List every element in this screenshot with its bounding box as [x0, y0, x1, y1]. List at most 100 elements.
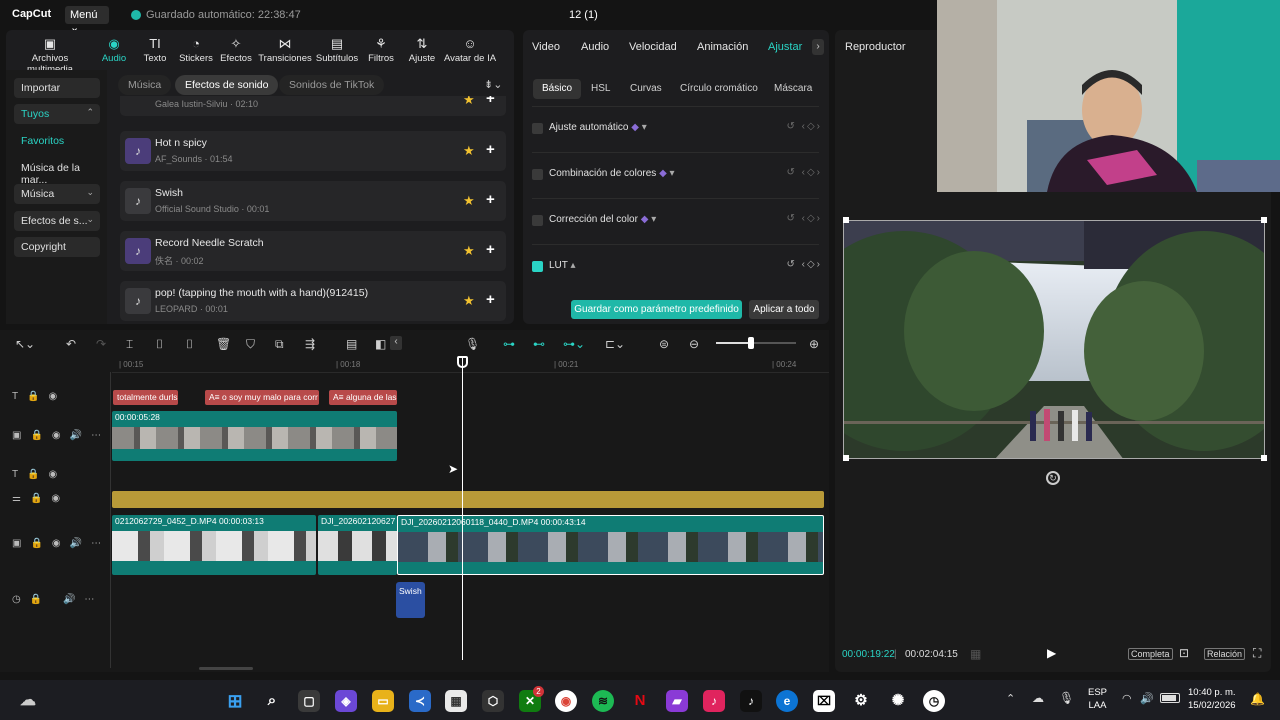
list-item[interactable]: ♪ Swish Official Sound Studio · 00:01 ★ + [120, 181, 506, 221]
chevron-up-icon[interactable]: ⌃ [1006, 692, 1015, 705]
magnet-icon[interactable]: ⊶ [503, 337, 515, 351]
list-item[interactable]: ♪ pop! (tapping the mouth with a hand)(91… [120, 281, 506, 321]
subtab-music[interactable]: Música [118, 75, 172, 95]
subtab-hsl[interactable]: HSL [582, 79, 619, 99]
tab-video[interactable]: Video [532, 41, 560, 53]
crop-icon[interactable]: ⧉ [275, 337, 284, 352]
add-icon[interactable]: + [486, 141, 495, 158]
split-left-icon[interactable]: ⌷ [156, 337, 163, 352]
task-view-icon[interactable]: ▢ [298, 690, 320, 712]
reset-keyframe-icon[interactable]: ↺ ‹◇› [786, 259, 822, 270]
vscode-icon[interactable]: ≺ [409, 690, 431, 712]
tiktok-icon[interactable]: ♪ [703, 690, 725, 712]
save-preset-button[interactable]: Guardar como parámetro predefinido [571, 300, 742, 319]
app-icon[interactable]: ◷ [923, 690, 945, 712]
speed-icon[interactable]: ⇶ [305, 337, 315, 351]
checkbox[interactable] [532, 169, 543, 180]
netflix-icon[interactable]: N [629, 690, 651, 712]
microphone-icon[interactable]: 🎙 [1059, 691, 1074, 705]
tab-animation[interactable]: Animación [697, 41, 748, 53]
caption-clip[interactable]: A≡ alguna de las [329, 390, 397, 405]
subtab-sound-effects[interactable]: Efectos de sonido [175, 75, 279, 95]
checkbox[interactable] [532, 215, 543, 226]
copilot-icon[interactable]: ◈ [335, 690, 357, 712]
category-brand-music[interactable]: Música de la mar... [14, 158, 100, 186]
zoom-out-icon[interactable]: ⊖ [689, 337, 699, 351]
edge-icon[interactable]: e [776, 690, 798, 712]
project-title[interactable]: 12 (1) [569, 9, 598, 21]
tiktok-icon[interactable]: ♪ [740, 690, 762, 712]
microphone-icon[interactable]: 🎙 [465, 337, 480, 351]
effect-track-controls[interactable]: ⚌🔒◉ [12, 493, 69, 504]
spotify-icon[interactable]: ≋ [592, 690, 614, 712]
category-copyright[interactable]: Copyright [14, 237, 100, 257]
list-item[interactable]: ♪ Record Needle Scratch 佚名 · 00:02 ★ + [120, 231, 506, 271]
text-track-controls[interactable]: T🔒◉ [12, 391, 66, 402]
text-track-controls[interactable]: T🔒◉ [12, 469, 66, 480]
add-icon[interactable]: + [486, 241, 495, 258]
main-video-clip[interactable]: DJI_202602120627 [318, 515, 397, 575]
volume-icon[interactable]: 🔊 [1140, 692, 1154, 705]
list-item[interactable]: Galea Iustin-Silviu · 02:10 ★ + [120, 96, 506, 116]
subtab-mask[interactable]: Máscara [765, 79, 821, 99]
resize-handle[interactable] [1261, 217, 1267, 223]
capcut-icon[interactable]: ⌧ [813, 690, 835, 712]
chevron-left-icon[interactable]: ‹ [390, 336, 402, 350]
reset-keyframe-icon[interactable]: ↺ ‹◇› [786, 213, 822, 224]
category-yours[interactable]: Tuyos ⌃ [14, 104, 100, 124]
windows-start-icon[interactable]: ⊞ [224, 690, 246, 712]
wifi-icon[interactable]: ◠ [1122, 692, 1132, 705]
clipchamp-icon[interactable]: ▰ [666, 690, 688, 712]
category-sound-effects[interactable]: Efectos de s... ⌄ [14, 211, 100, 231]
tab-adjust[interactable]: Ajustar [768, 41, 802, 53]
notifications-icon[interactable]: 🔔 [1250, 692, 1265, 706]
caption-clip[interactable]: totalmente durls [113, 390, 178, 405]
snap-icon[interactable]: ⊷ [533, 337, 545, 351]
adjust-row-auto[interactable]: Ajuste automático ◆ ▾ ↺ ‹◇› [532, 119, 822, 139]
aspect-ratio-button[interactable]: Relación [1204, 648, 1246, 660]
add-icon[interactable]: + [486, 291, 495, 308]
app-icon[interactable]: ⬡ [482, 690, 504, 712]
tab-speed[interactable]: Velocidad [629, 41, 677, 53]
search-icon[interactable]: ⌕ [261, 690, 283, 712]
delete-icon[interactable]: 🗑 [216, 337, 231, 351]
adjust-row-color-match[interactable]: Combinación de colores ◆ ▾ ↺ ‹◇› [532, 165, 822, 185]
caption-clip[interactable]: A≡ o soy muy malo para corr [205, 390, 319, 405]
overlay-video-clip[interactable]: 00:00:05:28 [112, 411, 397, 461]
onedrive-icon[interactable]: ☁ [1032, 691, 1044, 705]
subtab-curves[interactable]: Curvas [621, 79, 671, 99]
category-music[interactable]: Música ⌄ [14, 184, 100, 204]
video-preview[interactable] [843, 220, 1265, 459]
effect-clip[interactable] [112, 491, 824, 508]
favorite-star-icon[interactable]: ★ [463, 193, 475, 209]
cc-icon[interactable]: ⊜ [659, 337, 669, 351]
file-explorer-icon[interactable]: ▭ [372, 690, 394, 712]
calculator-icon[interactable]: ▦ [445, 690, 467, 712]
video-track-controls[interactable]: ▣🔒◉🔊⋯ [12, 430, 110, 441]
category-favorites[interactable]: Favoritos [14, 131, 100, 151]
rotate-icon[interactable]: ↻ [1046, 471, 1060, 485]
reset-keyframe-icon[interactable]: ↺ ‹◇› [786, 121, 822, 132]
checkbox-checked[interactable] [532, 261, 543, 272]
category-import[interactable]: Importar [14, 78, 100, 98]
favorite-star-icon[interactable]: ★ [463, 96, 475, 108]
audio-split-icon[interactable]: ◧ [375, 337, 386, 351]
chevron-right-icon[interactable]: › [812, 39, 824, 55]
full-quality-button[interactable]: Completa [1128, 648, 1173, 660]
chatgpt-icon[interactable]: ⚙ [850, 690, 872, 712]
play-icon[interactable]: ▶ [1047, 646, 1056, 660]
battery-icon[interactable] [1160, 693, 1180, 703]
apply-all-button[interactable]: Aplicar a todo [749, 300, 819, 319]
favorite-star-icon[interactable]: ★ [463, 293, 475, 309]
tool-transitions[interactable]: ⋈ Transiciones [255, 36, 315, 64]
tab-audio[interactable]: Audio [581, 41, 609, 53]
reset-keyframe-icon[interactable]: ↺ ‹◇› [786, 167, 822, 178]
subtab-color-wheel[interactable]: Círculo cromático [671, 79, 767, 99]
adjust-row-color-correction[interactable]: Corrección del color ◆ ▾ ↺ ‹◇› [532, 211, 822, 231]
subtab-tiktok-sounds[interactable]: Sonidos de TikTok [279, 75, 385, 95]
tool-ai-avatar[interactable]: ☺ Avatar de IA [440, 36, 500, 64]
favorite-star-icon[interactable]: ★ [463, 143, 475, 159]
widgets-icon[interactable]: ☁ [17, 690, 39, 712]
main-track-controls[interactable]: ▣🔒◉🔊⋯ [12, 538, 110, 549]
clock[interactable]: 10:40 p. m. 15/02/2026 [1188, 686, 1236, 712]
